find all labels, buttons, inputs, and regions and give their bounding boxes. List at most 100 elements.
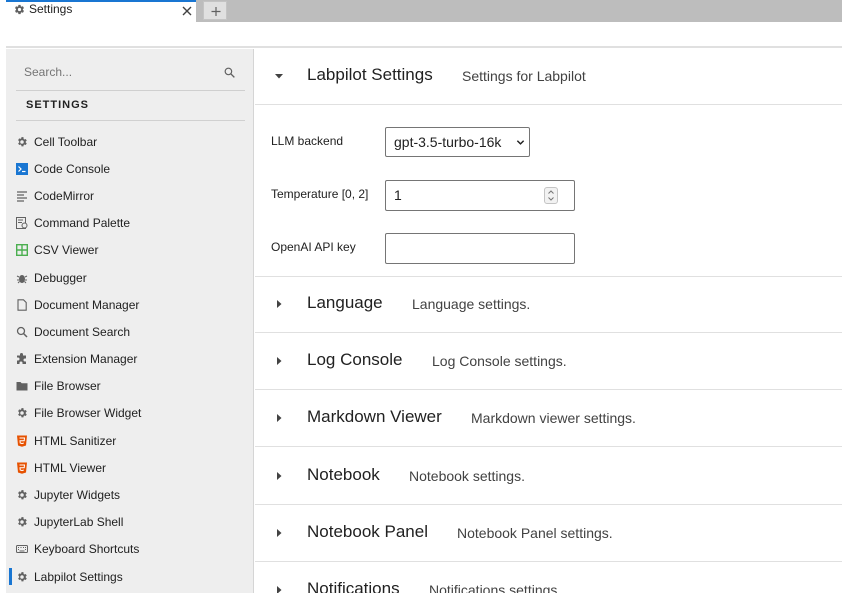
group-header-notebook-panel[interactable]: Notebook Panel Notebook Panel settings. xyxy=(255,506,842,562)
temperature-value: 1 xyxy=(394,187,402,203)
group-title: Language xyxy=(307,293,383,312)
group-header-labpilot[interactable]: Labpilot Settings Settings for Labpilot xyxy=(255,49,842,105)
group-header-language[interactable]: Language Language settings. xyxy=(255,277,842,333)
sidebar-item-jupyterlab-shell[interactable]: JupyterLab Shell xyxy=(6,509,254,536)
llm-backend-select[interactable]: gpt-3.5-turbo-16k xyxy=(385,127,530,157)
sidebar-item-label: Labpilot Settings xyxy=(34,569,123,584)
html5-icon xyxy=(17,462,27,474)
palette-icon xyxy=(16,217,28,230)
sidebar-item-html-viewer[interactable]: HTML Viewer xyxy=(6,454,254,481)
settings-sidebar: SETTINGS Cell Toolbar Code Console CodeM… xyxy=(6,49,254,593)
sidebar-item-label: JupyterLab Shell xyxy=(34,515,124,530)
sidebar-item-label: Debugger xyxy=(34,270,87,285)
gear-icon xyxy=(18,490,27,500)
gear-icon xyxy=(18,136,27,146)
search-icon xyxy=(16,326,28,338)
tab-label: Settings xyxy=(29,2,73,16)
section-title: SETTINGS xyxy=(26,99,90,111)
add-tab-button[interactable] xyxy=(203,1,227,20)
group-title: Notifications xyxy=(307,579,400,593)
group-description: Notifications settings. xyxy=(429,582,562,593)
sidebar-item-label: File Browser xyxy=(34,379,101,394)
html5-icon xyxy=(17,435,27,447)
group-title: Notebook Panel xyxy=(307,522,428,541)
group-description: Notebook settings. xyxy=(409,468,525,484)
sidebar-item-label: Document Search xyxy=(34,324,131,339)
sidebar-item-keyboard-shortcuts[interactable]: Keyboard Shortcuts xyxy=(6,536,254,563)
group-header-notebook[interactable]: Notebook Notebook settings. xyxy=(255,449,842,505)
caret-right-icon xyxy=(277,357,282,365)
gear-icon xyxy=(18,517,27,527)
bug-icon xyxy=(16,274,28,283)
group-description: Settings for Labpilot xyxy=(462,68,586,84)
sidebar-item-label: Code Console xyxy=(34,161,111,176)
sidebar-item-label: Command Palette xyxy=(34,216,131,231)
keyboard-icon xyxy=(16,545,28,554)
group-description: Notebook Panel settings. xyxy=(457,525,613,541)
caret-right-icon xyxy=(277,472,282,480)
search-icon[interactable] xyxy=(223,66,236,79)
group-header-markdown-viewer[interactable]: Markdown Viewer Markdown viewer settings… xyxy=(255,391,842,447)
sidebar-item-command-palette[interactable]: Command Palette xyxy=(6,210,254,237)
temperature-label: Temperature [0, 2] xyxy=(271,187,369,201)
group-description: Log Console settings. xyxy=(432,353,567,369)
llm-backend-value: gpt-3.5-turbo-16k xyxy=(394,134,502,150)
sidebar-item-file-browser[interactable]: File Browser xyxy=(6,373,254,400)
group-title: Notebook xyxy=(307,465,380,484)
sidebar-item-label: Extension Manager xyxy=(34,352,138,367)
settings-list: Cell Toolbar Code Console CodeMirror Com… xyxy=(6,128,254,590)
sidebar-item-label: Cell Toolbar xyxy=(34,134,98,149)
settings-window: Settings SETTINGS Cell Toolbar Code Cons… xyxy=(0,0,842,593)
spinner-arrows-icon xyxy=(548,190,554,201)
sidebar-item-label: File Browser Widget xyxy=(34,406,142,421)
sidebar-item-file-browser-widget[interactable]: File Browser Widget xyxy=(6,400,254,427)
search-box xyxy=(16,54,245,91)
settings-panel: Labpilot Settings Settings for Labpilot … xyxy=(255,49,842,593)
sidebar-item-label: Keyboard Shortcuts xyxy=(34,542,140,557)
sidebar-item-cell-toolbar[interactable]: Cell Toolbar xyxy=(6,128,254,155)
sidebar-item-labpilot-settings[interactable]: Labpilot Settings xyxy=(6,563,254,590)
search-input[interactable] xyxy=(16,54,216,90)
api-key-input[interactable] xyxy=(385,233,575,264)
sidebar-item-label: Document Manager xyxy=(34,297,140,312)
toolbar-strip xyxy=(6,22,842,48)
close-icon[interactable] xyxy=(180,4,194,18)
temperature-input[interactable]: 1 xyxy=(385,180,575,211)
group-header-log-console[interactable]: Log Console Log Console settings. xyxy=(255,334,842,390)
sidebar-item-document-manager[interactable]: Document Manager xyxy=(6,291,254,318)
folder-icon xyxy=(16,382,28,391)
group-description: Language settings. xyxy=(412,296,531,312)
sidebar-item-label: CodeMirror xyxy=(34,188,95,203)
group-description: Markdown viewer settings. xyxy=(471,410,636,426)
number-spinner[interactable] xyxy=(544,187,558,204)
sidebar-item-codemirror[interactable]: CodeMirror xyxy=(6,182,254,209)
file-icon xyxy=(17,298,27,311)
sidebar-item-debugger[interactable]: Debugger xyxy=(6,264,254,291)
sidebar-item-jupyter-widgets[interactable]: Jupyter Widgets xyxy=(6,481,254,508)
group-title: Labpilot Settings xyxy=(307,65,433,84)
sidebar-item-code-console[interactable]: Code Console xyxy=(6,155,254,182)
sidebar-item-label: CSV Viewer xyxy=(34,243,99,258)
llm-backend-label: LLM backend xyxy=(271,134,344,148)
sidebar-item-html-sanitizer[interactable]: HTML Sanitizer xyxy=(6,427,254,454)
gear-icon xyxy=(15,4,24,15)
sidebar-item-csv-viewer[interactable]: CSV Viewer xyxy=(6,237,254,264)
caret-right-icon xyxy=(277,414,282,422)
tab-settings[interactable]: Settings xyxy=(6,0,196,22)
sidebar-item-label: Jupyter Widgets xyxy=(34,488,121,503)
gear-icon xyxy=(18,571,27,581)
api-key-label: OpenAI API key xyxy=(271,240,356,254)
divider xyxy=(16,120,245,121)
sidebar-item-label: HTML Viewer xyxy=(34,460,107,475)
caret-right-icon xyxy=(277,586,282,593)
caret-right-icon xyxy=(277,529,282,537)
gear-icon xyxy=(18,408,27,418)
spreadsheet-icon xyxy=(16,244,28,257)
group-title: Log Console xyxy=(307,350,403,369)
sidebar-item-label: HTML Sanitizer xyxy=(34,433,117,448)
group-header-notifications[interactable]: Notifications Notifications settings. xyxy=(255,563,842,593)
sidebar-item-document-search[interactable]: Document Search xyxy=(6,318,254,345)
sidebar-item-extension-manager[interactable]: Extension Manager xyxy=(6,346,254,373)
caret-down-icon xyxy=(275,74,283,79)
tab-bar: Settings xyxy=(0,0,842,22)
